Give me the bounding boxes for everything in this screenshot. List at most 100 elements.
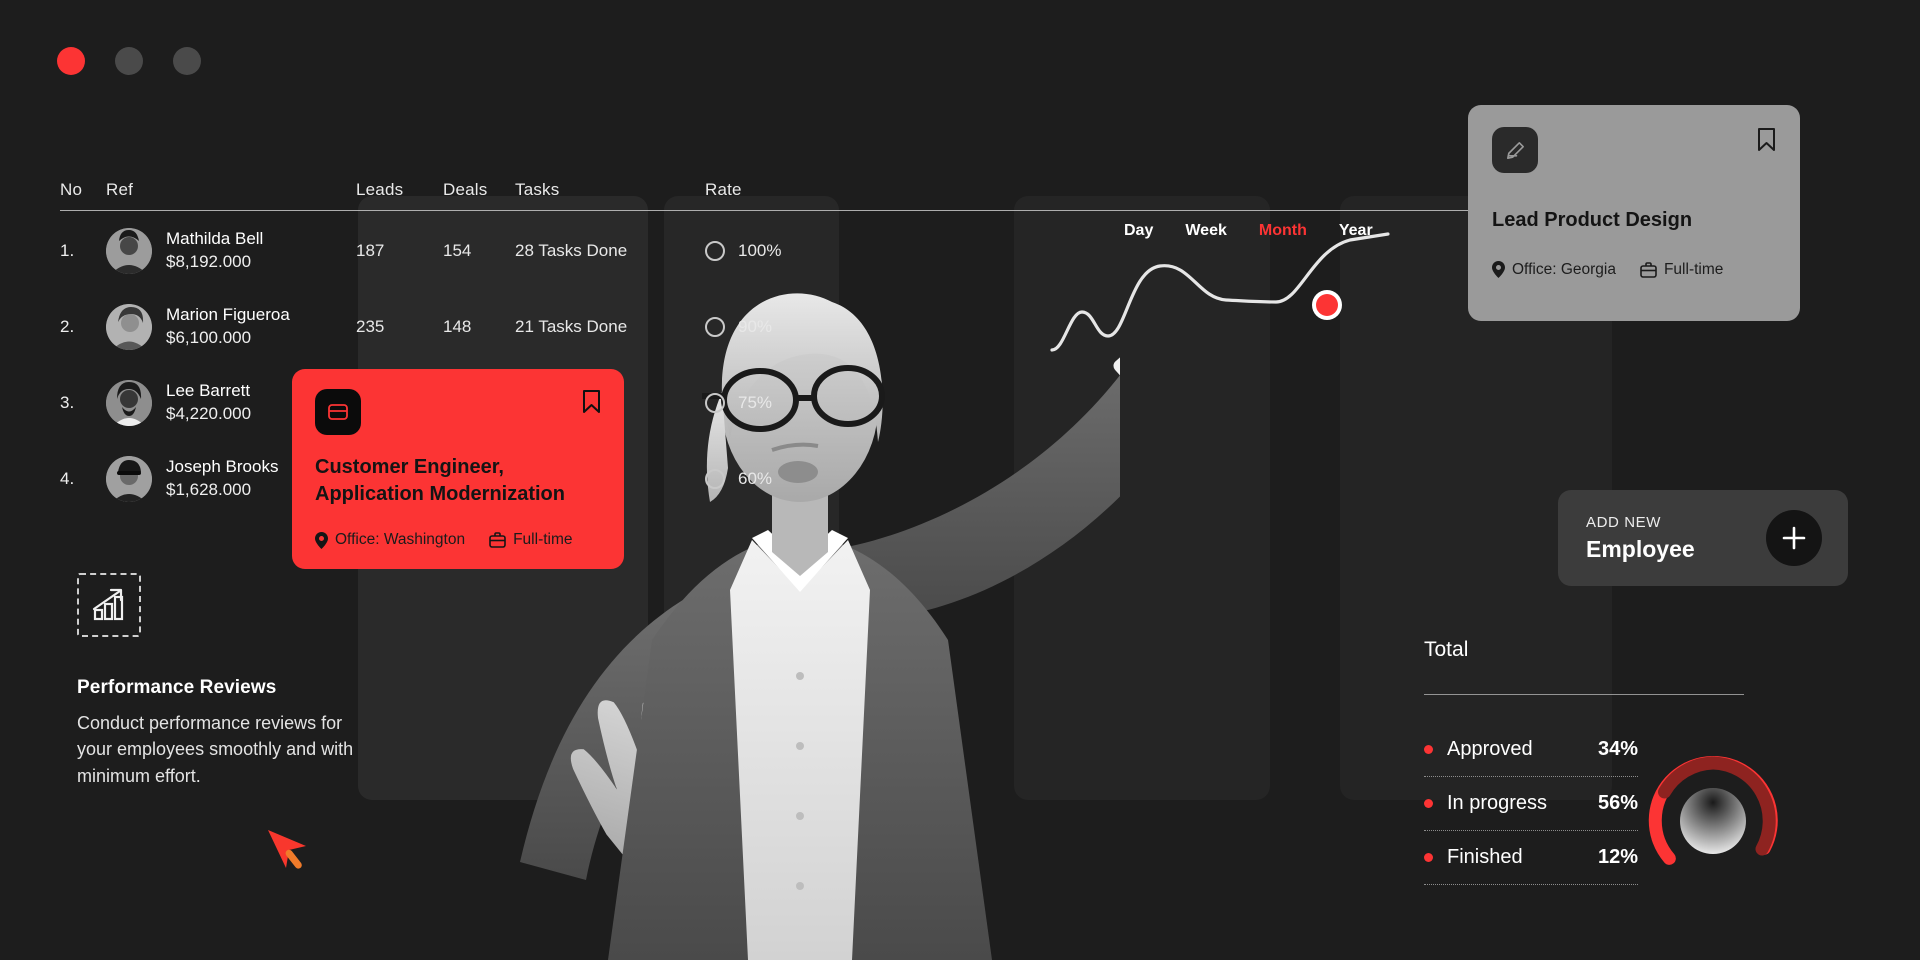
legend-value: 12%: [1597, 846, 1638, 868]
donut-core: [1680, 788, 1746, 854]
tab-month[interactable]: Month: [1243, 222, 1323, 240]
job-card-header: [315, 389, 601, 435]
employee-name: Marion Figueroa: [166, 305, 290, 325]
employee-amount: $8,192.000: [166, 252, 252, 271]
card-wallet-icon: [315, 389, 361, 435]
rate-ring-icon: [705, 393, 725, 413]
range-tabs: Day Week Month Year: [1108, 222, 1389, 240]
job-location: Office: Washington: [315, 531, 465, 549]
table-row[interactable]: 2. Marion Figueroa $6,100.000 235 148 21…: [60, 291, 850, 363]
leads-value: 235: [356, 317, 385, 336]
edit-pencil-icon: [1492, 127, 1538, 173]
rate-value: 60%: [738, 469, 773, 488]
job-type: Full-time: [1640, 261, 1723, 279]
mouse-pointer-arrow: [262, 824, 318, 885]
column-header-deals: Deals: [443, 180, 488, 199]
tab-week[interactable]: Week: [1169, 222, 1243, 240]
job-title: Lead Product Design: [1492, 209, 1693, 231]
job-type-label: Full-time: [1663, 260, 1724, 278]
total-donut-chart: [1638, 746, 1788, 901]
employee-ref-cell: Marion Figueroa $6,100.000: [106, 304, 356, 350]
rate-value: 75%: [738, 393, 773, 412]
legend-dot-icon: [1424, 799, 1433, 808]
add-new-text: ADD NEW Employee: [1586, 514, 1695, 563]
employee-ref-cell: Mathilda Bell $8,192.000: [106, 228, 356, 274]
column-header-ref: Ref: [106, 180, 134, 199]
rate-cell: 100%: [705, 241, 850, 261]
column-header-no: No: [60, 180, 83, 199]
employee-name: Joseph Brooks: [166, 457, 279, 477]
legend-label: Finished: [1447, 846, 1523, 868]
leads-value: 187: [356, 241, 385, 260]
window-controls: [57, 47, 201, 75]
chart-highlight-point[interactable]: [1310, 288, 1344, 327]
job-type: Full-time: [489, 531, 573, 549]
legend-item-approved: Approved 34%: [1424, 723, 1638, 776]
row-index: 1.: [60, 241, 75, 260]
bookmark-icon[interactable]: [582, 389, 601, 419]
bookmark-icon[interactable]: [1757, 127, 1776, 157]
page-title: Performance Reviews: [77, 677, 277, 698]
table-row[interactable]: 1. Mathilda Bell $8,192.000 187 154 28 T…: [60, 215, 850, 287]
job-title: Customer Engineer, Application Moderniza…: [315, 456, 565, 505]
employee-amount: $4,220.000: [166, 404, 252, 423]
legend-item-finished: Finished 12%: [1424, 831, 1638, 884]
legend-dot-icon: [1424, 745, 1433, 754]
minimize-window-dot[interactable]: [115, 47, 143, 75]
tab-year[interactable]: Year: [1323, 222, 1389, 240]
bar-chart-growth-icon: [77, 573, 141, 637]
legend-label: Approved: [1447, 738, 1533, 760]
employee-amount: $1,628.000: [166, 480, 252, 499]
rate-value: 90%: [738, 317, 773, 336]
employee-name: Mathilda Bell: [166, 229, 264, 249]
close-window-dot[interactable]: [57, 47, 85, 75]
employee-amount: $6,100.000: [166, 328, 252, 347]
job-card-header: [1492, 127, 1776, 173]
plus-icon[interactable]: [1766, 510, 1822, 566]
column-header-rate: Rate: [705, 180, 742, 199]
tasks-value: 21 Tasks Done: [515, 317, 628, 336]
rate-cell: 90%: [705, 317, 850, 337]
legend-dot-icon: [1424, 853, 1433, 862]
legend-separator: [1424, 884, 1638, 885]
total-divider: [1424, 694, 1744, 695]
tasks-value: 28 Tasks Done: [515, 241, 628, 260]
row-index: 4.: [60, 469, 75, 488]
briefcase-icon: [1640, 261, 1657, 278]
table-header-row: No Ref Leads Deals Tasks Rate: [60, 160, 850, 200]
tab-day[interactable]: Day: [1108, 222, 1169, 240]
location-pin-icon: [1492, 261, 1505, 279]
donut-arc-finished: [1658, 756, 1720, 799]
performance-description: Conduct performance reviews for your emp…: [77, 713, 354, 786]
avatar: [106, 456, 152, 502]
deals-value: 154: [443, 241, 472, 260]
rate-ring-icon: [705, 241, 725, 261]
rate-ring-icon: [705, 469, 725, 489]
job-card-customer-engineer[interactable]: Customer Engineer, Application Moderniza…: [292, 369, 624, 569]
job-meta: Office: Washington Full-time: [315, 531, 601, 549]
legend-item-in-progress: In progress 56%: [1424, 777, 1638, 830]
app-window: No Ref Leads Deals Tasks Rate 1. Mathild…: [0, 0, 1920, 960]
legend-value: 56%: [1597, 792, 1638, 814]
row-index: 2.: [60, 317, 75, 336]
location-pin-icon: [315, 531, 328, 549]
briefcase-icon: [489, 532, 506, 548]
legend-label: In progress: [1447, 792, 1548, 814]
job-location: Office: Georgia: [1492, 261, 1616, 279]
job-card-lead-product-design[interactable]: Lead Product Design Office: Georgia Full…: [1468, 105, 1800, 321]
add-new-employee-button[interactable]: ADD NEW Employee: [1558, 490, 1848, 586]
rate-value: 100%: [738, 241, 782, 260]
employee-name: Lee Barrett: [166, 381, 251, 401]
job-type-label: Full-time: [513, 531, 573, 549]
avatar: [106, 228, 152, 274]
add-new-eyebrow: ADD NEW: [1586, 513, 1662, 531]
job-location-label: Office: Washington: [335, 531, 466, 549]
total-legend: Approved 34% In progress 56% Finished 12…: [1424, 723, 1638, 885]
job-location-label: Office: Georgia: [1512, 260, 1616, 278]
column-header-tasks: Tasks: [515, 180, 560, 199]
avatar: [106, 380, 152, 426]
row-index: 3.: [60, 393, 75, 412]
maximize-window-dot[interactable]: [173, 47, 201, 75]
rate-cell: 75%: [705, 393, 850, 413]
column-header-leads: Leads: [356, 180, 404, 199]
